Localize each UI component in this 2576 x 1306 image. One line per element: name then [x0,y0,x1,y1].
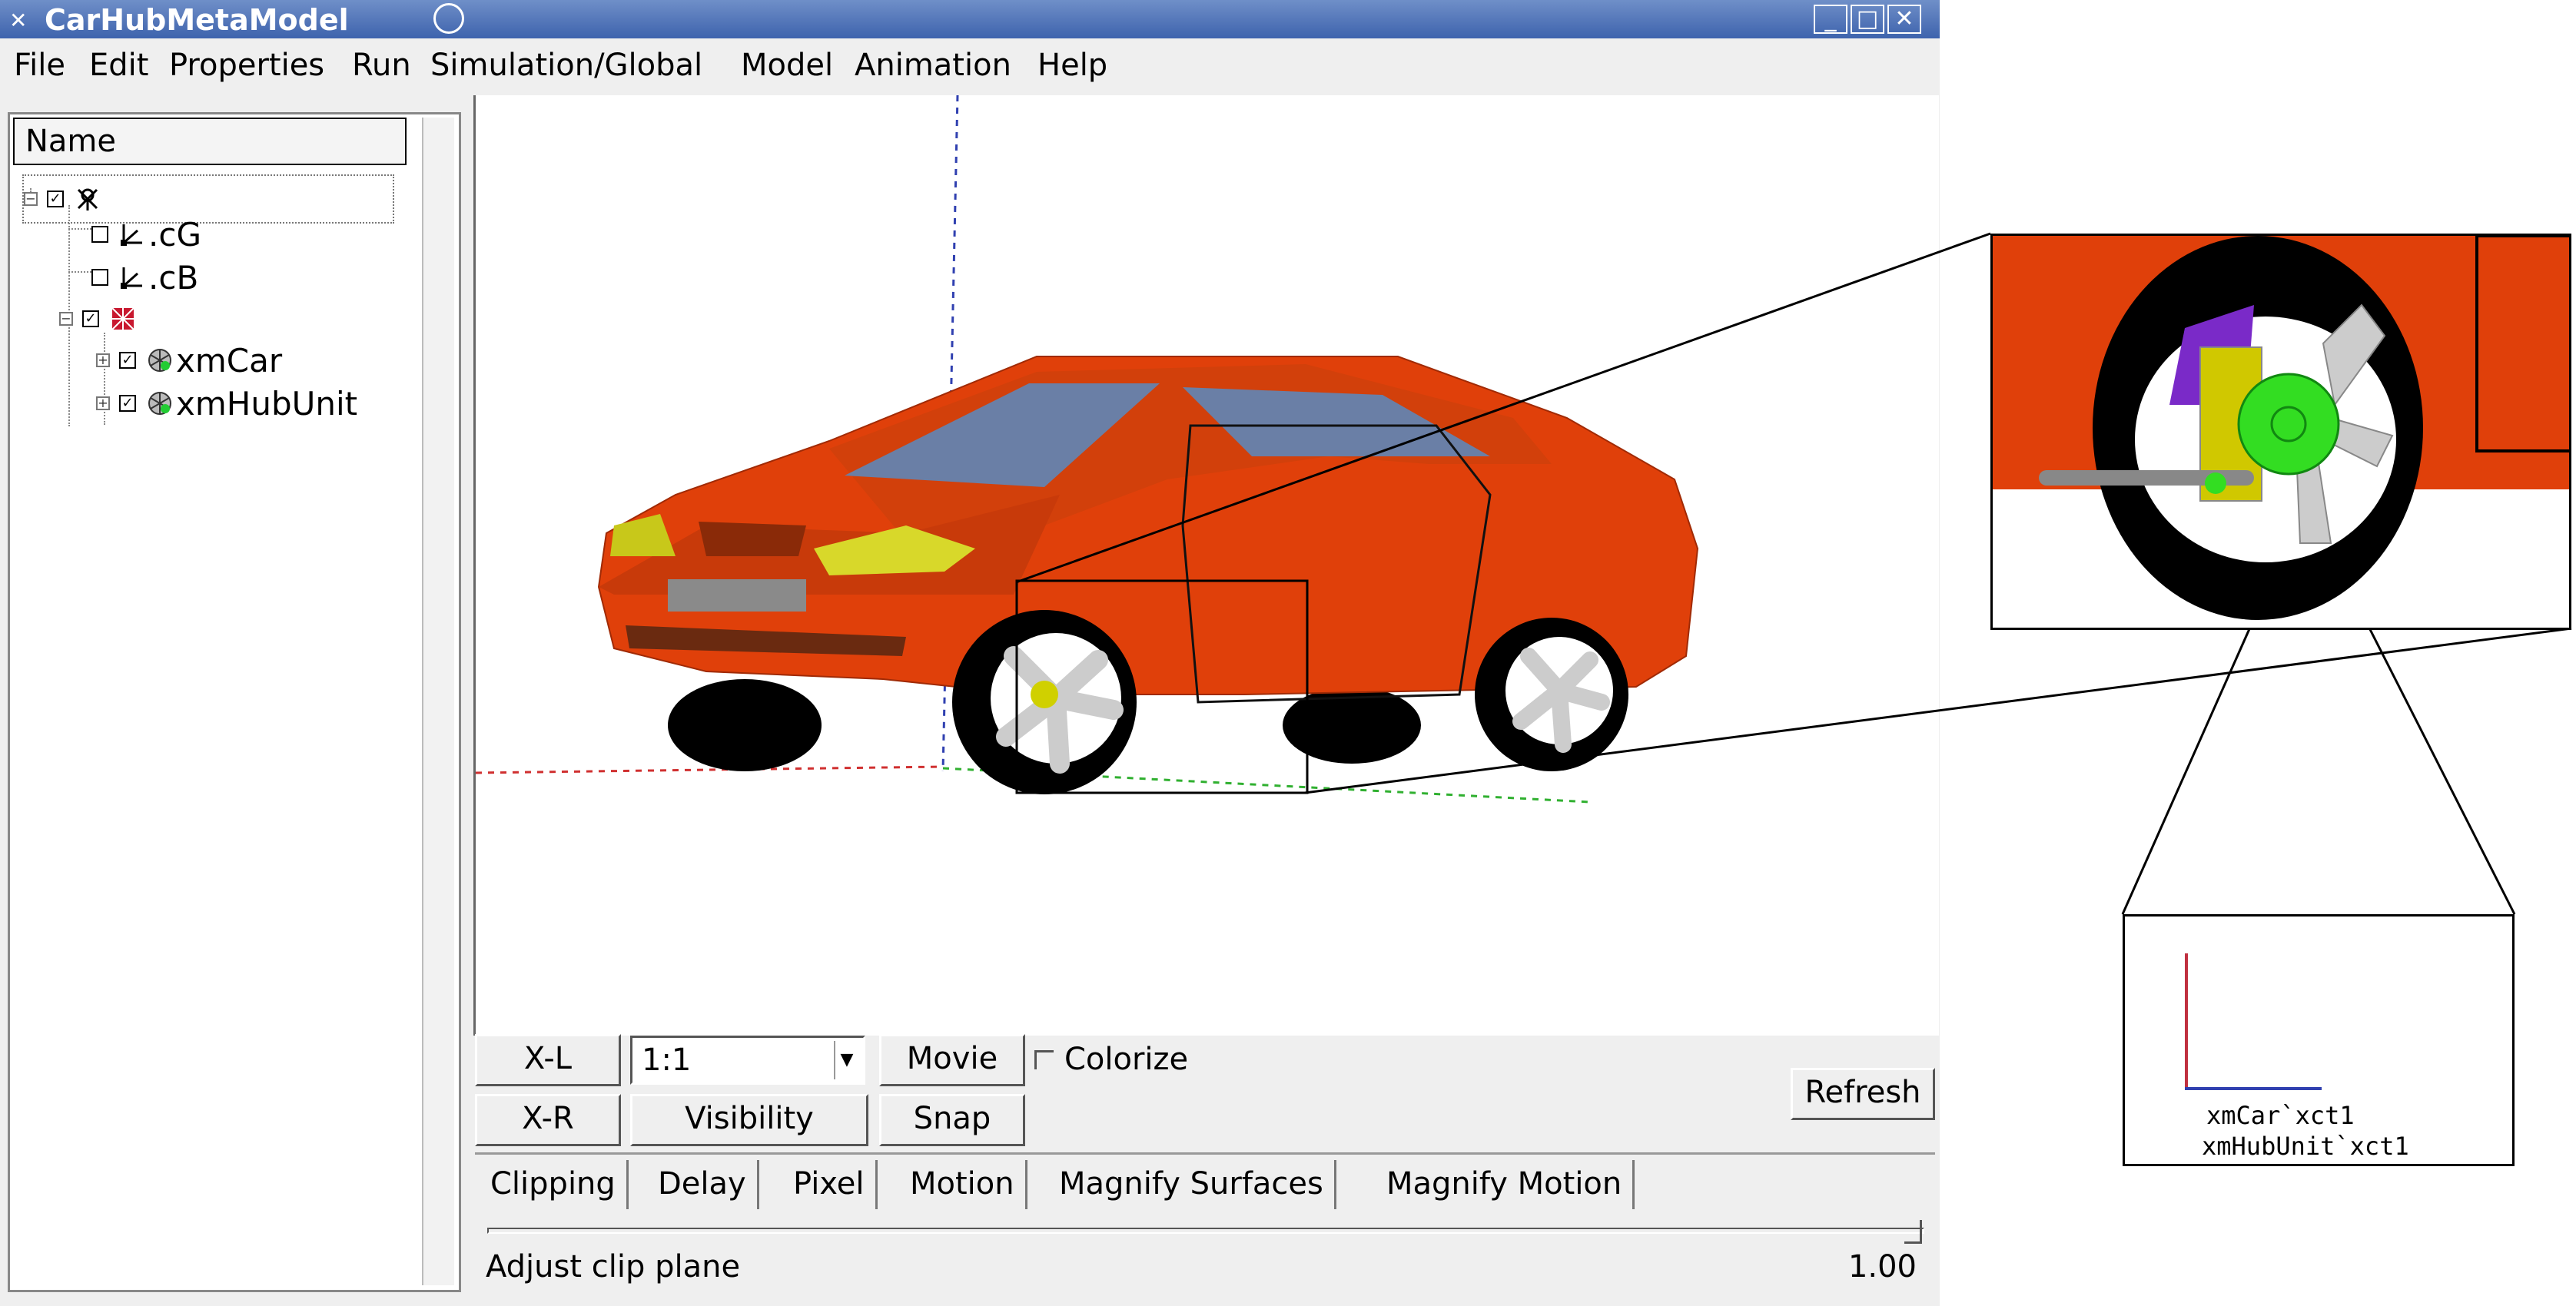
vertical-axis-line [2185,953,2188,1090]
horizontal-axis-line [2185,1087,2322,1090]
zoom-detail-view [1990,234,2571,630]
hub-closeup [2237,373,2340,476]
legend-frame-hub: xmHubUnit`xct1 [2202,1132,2409,1161]
wheel-closeup [1993,236,2569,620]
legend-frame-car: xmCar`xct1 [2206,1101,2355,1130]
frames-legend: xmCar`xct1 xmHubUnit`xct1 [2123,914,2515,1166]
